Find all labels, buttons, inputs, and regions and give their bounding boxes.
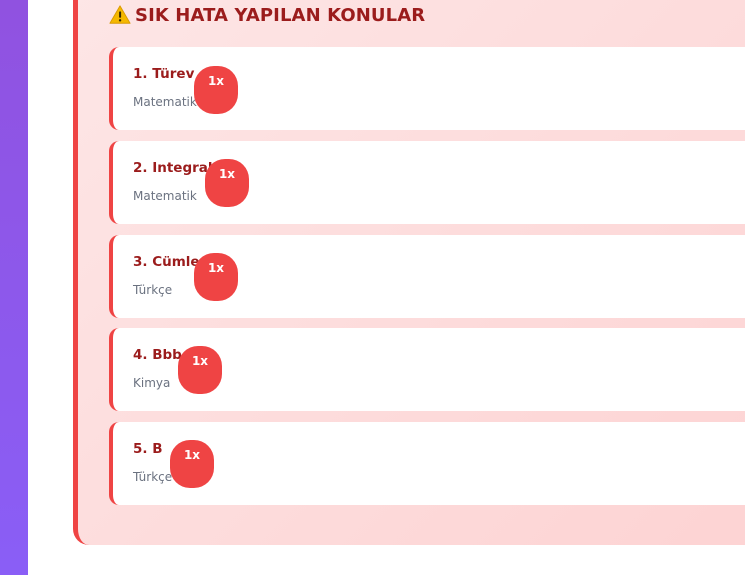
topic-subject: Kimya	[133, 376, 171, 390]
topic-subject: Matematik	[133, 189, 197, 203]
topic-title: 2. Integral	[133, 160, 213, 176]
count-badge: 1x	[178, 346, 222, 394]
topic-title: 5. B	[133, 441, 163, 457]
count-badge: 1x	[194, 66, 238, 114]
count-badge: 1x	[170, 440, 214, 488]
warning-icon	[109, 5, 131, 24]
sidebar-edge	[0, 0, 28, 575]
page-gutter	[28, 0, 73, 575]
topic-subject: Türkçe	[133, 470, 173, 484]
topic-title: 1. Türev	[133, 66, 195, 82]
count-badge: 1x	[205, 159, 249, 207]
topic-title: 3. Cümle	[133, 254, 200, 270]
count-badge: 1x	[194, 253, 238, 301]
topic-title: 4. Bbb	[133, 347, 182, 363]
topic-subject: Türkçe	[133, 283, 173, 297]
section-title-text: SIK HATA YAPILAN KONULAR	[135, 4, 426, 26]
section-title: SIK HATA YAPILAN KONULAR	[109, 3, 425, 27]
topic-subject: Matematik	[133, 95, 197, 109]
